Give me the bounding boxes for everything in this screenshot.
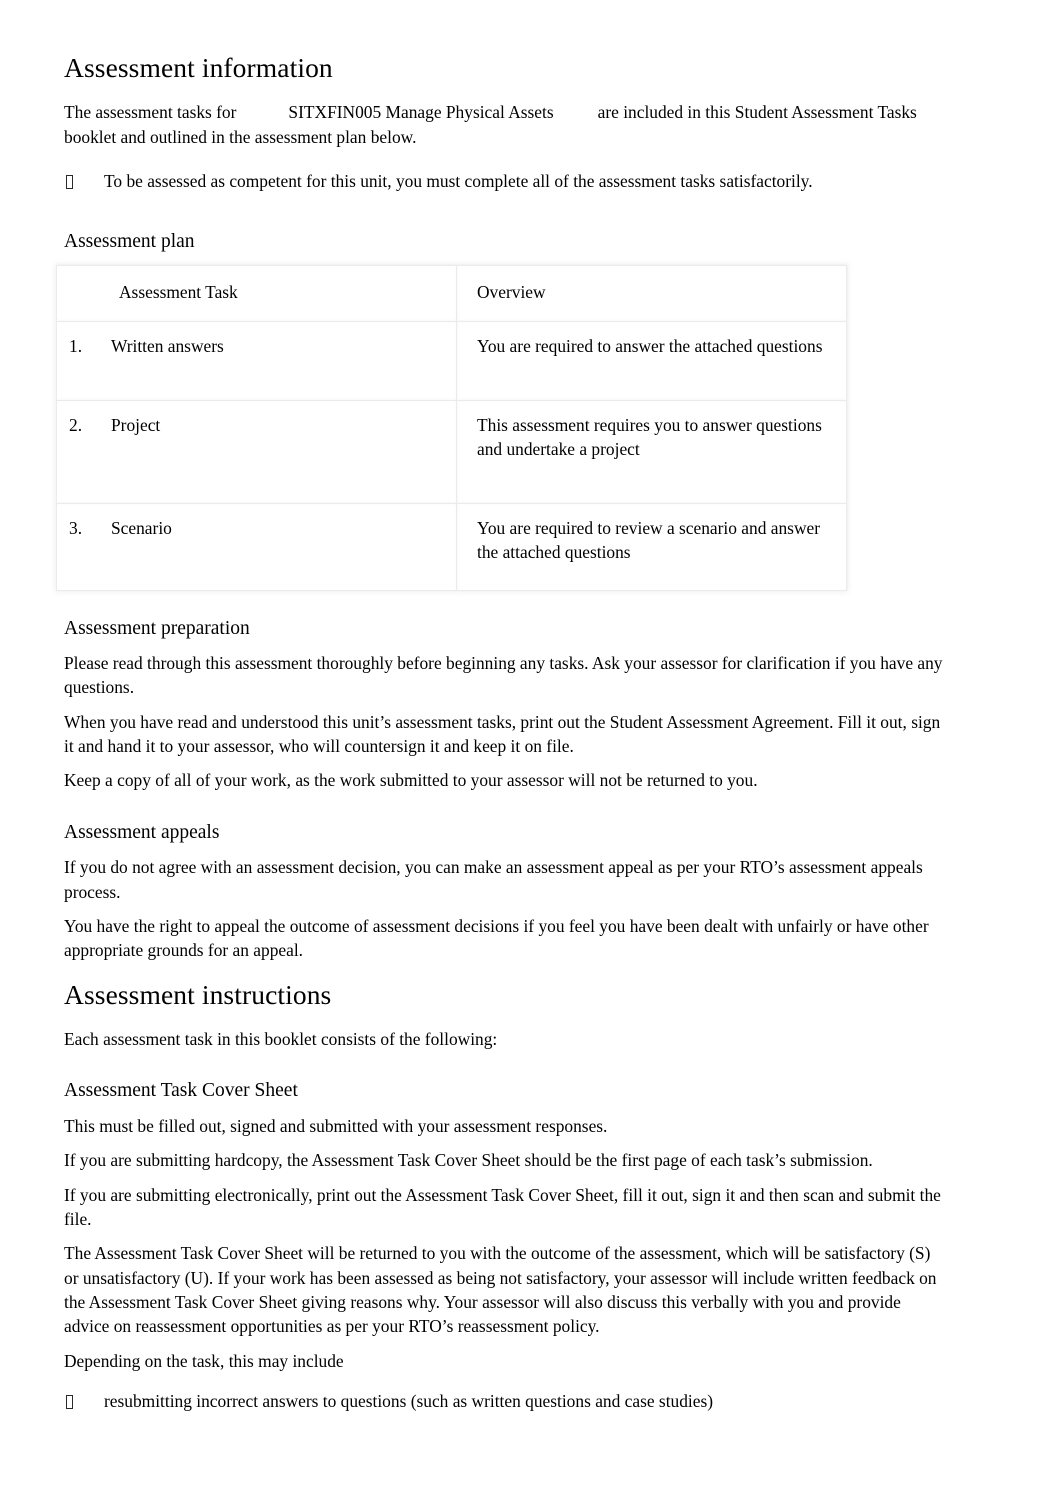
assessment-preparation-paragraph: When you have read and understood this u… <box>64 711 941 757</box>
document-page: Assessment information The assessment ta… <box>0 0 1062 1508</box>
task-label: Written answers <box>111 335 224 356</box>
cover-sheet-bullet-item: resubmitting incorrect answers to questi… <box>64 1389 944 1413</box>
cover-sheet-heading: Assessment Task Cover Sheet <box>64 1080 298 1102</box>
table-row: 2. Project This assessment requires you … <box>56 399 847 504</box>
task-label: Scenario <box>111 517 172 538</box>
assessment-appeals-heading: Assessment appeals <box>64 821 220 843</box>
wingding-bullet-icon <box>64 169 104 193</box>
column-header-label: Assessment Task <box>119 281 238 302</box>
table-cell-overview: You are required to review a scenario an… <box>456 502 847 591</box>
cover-sheet-paragraph: The Assessment Task Cover Sheet will be … <box>64 1243 937 1337</box>
assessment-plan-table: Assessment Task Overview 1. Written answ… <box>56 264 847 591</box>
table-row: 1. Written answers You are required to a… <box>56 320 847 401</box>
assessment-preparation-paragraph: Please read through this assessment thor… <box>64 653 943 698</box>
assessment-preparation-heading: Assessment preparation <box>64 617 250 639</box>
cover-sheet-paragraph: If you are submitting hardcopy, the Asse… <box>64 1150 873 1171</box>
task-number: 2. <box>69 414 83 435</box>
task-number: 3. <box>69 517 83 538</box>
intro-unit-code: SITXFIN005 Manage Physical Assets <box>288 102 554 123</box>
cover-sheet-paragraph: This must be filled out, signed and subm… <box>64 1115 608 1136</box>
header-indent <box>77 280 119 305</box>
table-cell-task: 3. Scenario <box>56 502 457 591</box>
assessment-instructions-heading: Assessment instructions <box>64 978 332 1010</box>
wingding-bullet-icon <box>64 1389 104 1413</box>
column-header-assessment-task: Assessment Task <box>56 264 457 322</box>
assessment-appeals-paragraph: You have the right to appeal the outcome… <box>64 915 929 961</box>
assessment-appeals-paragraph: If you do not agree with an assessment d… <box>64 857 923 902</box>
table-row: 3. Scenario You are required to review a… <box>56 502 847 591</box>
cover-sheet-bullet-text: resubmitting incorrect answers to questi… <box>104 1391 714 1412</box>
page-title: Assessment information <box>64 52 333 83</box>
table-cell-task: 2. Project <box>56 399 457 504</box>
cover-sheet-paragraph: Depending on the task, this may include <box>64 1350 344 1371</box>
intro-prefix: The assessment tasks for <box>64 102 237 123</box>
intro-paragraph: The assessment tasks for SITXFIN005 Manag… <box>64 100 944 149</box>
assessment-plan-heading: Assessment plan <box>64 230 195 252</box>
table-cell-overview: This assessment requires you to answer q… <box>456 399 847 504</box>
column-header-overview: Overview <box>456 264 847 322</box>
task-label: Project <box>111 414 161 435</box>
table-header-row: Assessment Task Overview <box>56 264 847 322</box>
assessment-instructions-lead: Each assessment task in this booklet con… <box>64 1029 498 1050</box>
intro-bullet-item: To be assessed as competent for this uni… <box>64 169 944 193</box>
assessment-plan-table-wrapper: Assessment Task Overview 1. Written answ… <box>56 264 847 591</box>
assessment-preparation-paragraph: Keep a copy of all of your work, as the … <box>64 770 758 791</box>
intro-bullet-text: To be assessed as competent for this uni… <box>104 171 813 192</box>
table-cell-overview: You are required to answer the attached … <box>456 320 847 401</box>
table-cell-task: 1. Written answers <box>56 320 457 401</box>
cover-sheet-paragraph: If you are submitting electronically, pr… <box>64 1184 941 1229</box>
task-number: 1. <box>69 335 83 356</box>
